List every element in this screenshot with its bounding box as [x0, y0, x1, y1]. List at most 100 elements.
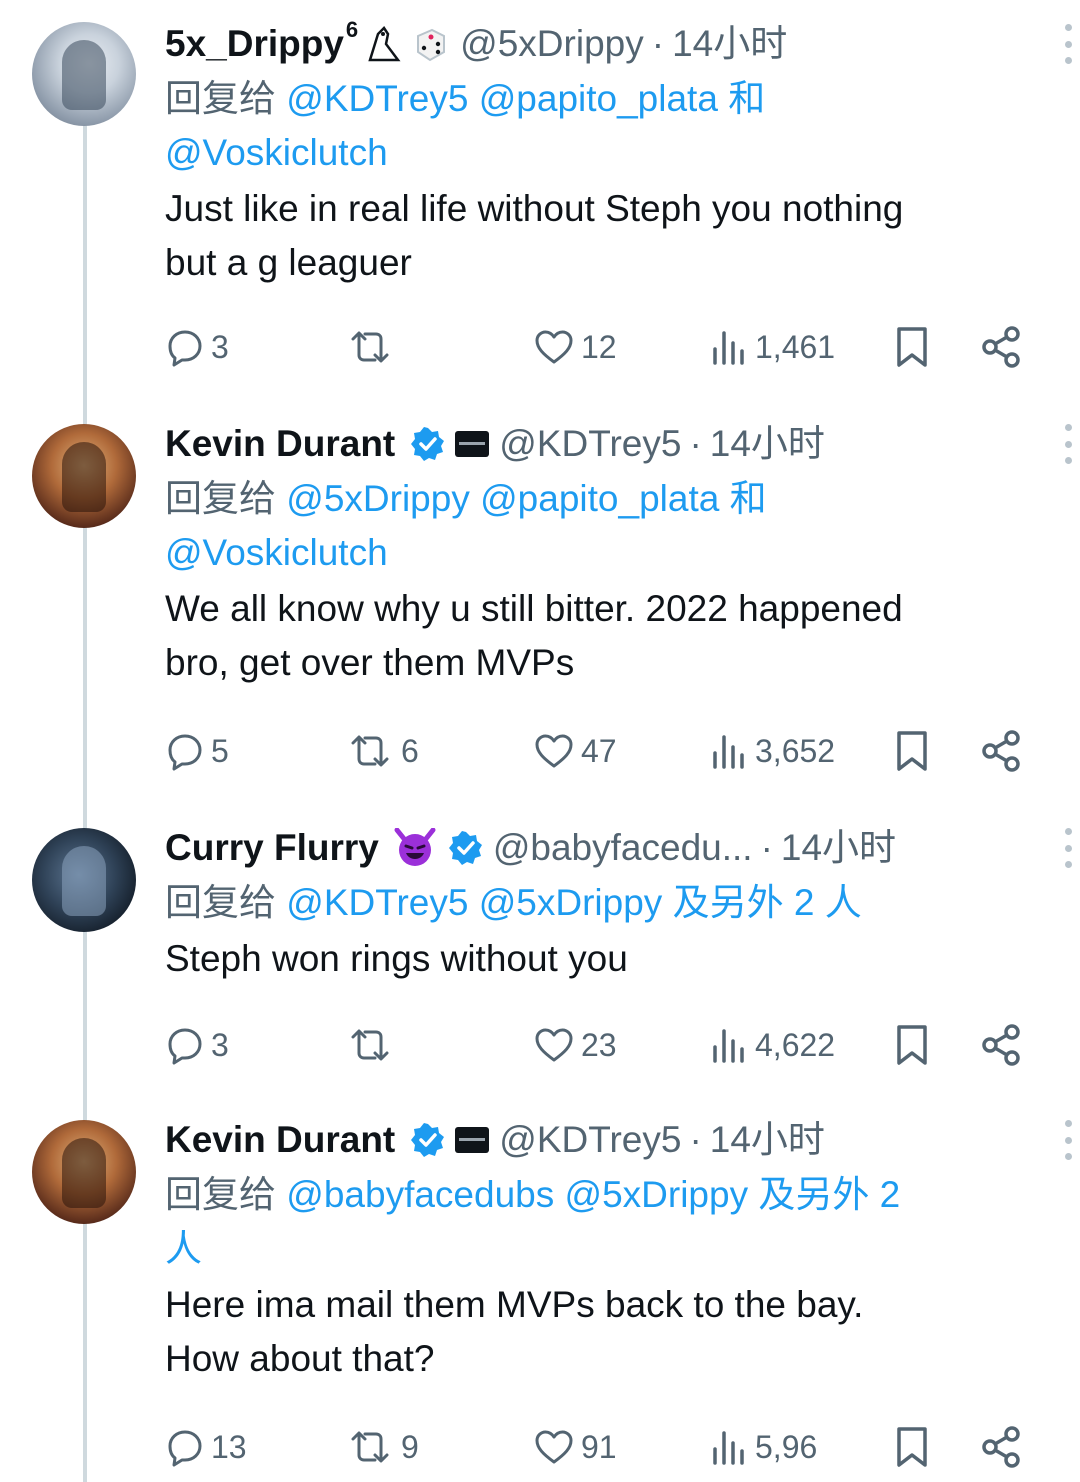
handle[interactable]: @KDTrey5: [499, 416, 681, 472]
reply-context: 回复给 @babyfacedubs @5xDrippy 及另外 2 人: [165, 1168, 1045, 1276]
heart-icon: [535, 1430, 573, 1464]
avatar[interactable]: [32, 1120, 136, 1224]
like-button[interactable]: 23: [533, 1020, 617, 1070]
reply-button[interactable]: 3: [165, 1020, 229, 1070]
share-icon: [982, 326, 1020, 368]
share-button[interactable]: [979, 322, 1023, 372]
avatar[interactable]: [32, 828, 136, 932]
more-options-icon[interactable]: [1063, 424, 1073, 464]
retweet-icon: [351, 1431, 389, 1463]
reply-context: 回复给 @KDTrey5 @papito_plata 和 @Voskiclutc…: [165, 72, 1045, 180]
retweet-button[interactable]: [345, 1020, 401, 1070]
display-name[interactable]: Curry Flurry: [165, 820, 379, 876]
reply-count: 5: [211, 732, 229, 769]
reply-prefix: 回复给: [165, 78, 276, 119]
reply-count: 3: [211, 1026, 229, 1063]
retweet-count: 9: [401, 1428, 419, 1465]
mention-link[interactable]: @papito_plata: [479, 78, 718, 119]
tweet-text-line: but a g leaguer: [165, 242, 412, 283]
reply-others-link[interactable]: 及另外 2 人: [673, 882, 862, 923]
timestamp[interactable]: 14小时: [672, 16, 787, 72]
reply-icon: [168, 330, 202, 367]
share-icon: [982, 1024, 1020, 1066]
share-icon: [982, 1426, 1020, 1468]
avatar[interactable]: [32, 22, 136, 126]
bookmark-icon: [897, 731, 927, 771]
display-name[interactable]: Kevin Durant: [165, 1112, 395, 1168]
avatar[interactable]: [32, 424, 136, 528]
tweet-text: Here ima mail them MVPs back to the bay.…: [165, 1278, 1045, 1386]
mention-link[interactable]: @Voskiclutch: [165, 132, 388, 173]
reply-icon: [168, 1430, 202, 1467]
views-button[interactable]: 5,96: [711, 1422, 817, 1472]
handle[interactable]: @5xDrippy: [460, 16, 644, 72]
more-options-icon[interactable]: [1063, 1120, 1073, 1160]
handle[interactable]: @babyfacedu...: [493, 820, 753, 876]
retweet-button[interactable]: 9: [345, 1422, 419, 1472]
share-button[interactable]: [979, 1422, 1023, 1472]
tweet-text-line: How about that?: [165, 1338, 435, 1379]
more-options-icon[interactable]: [1063, 828, 1073, 868]
bookmark-button[interactable]: [893, 322, 931, 372]
display-name[interactable]: 5x_Drippy: [165, 16, 344, 72]
mention-link[interactable]: @5xDrippy: [565, 1174, 749, 1215]
reply-button[interactable]: 3: [165, 322, 229, 372]
mention-link[interactable]: @KDTrey5: [286, 78, 468, 119]
view-count: 5,96: [755, 1428, 818, 1465]
mention-link[interactable]: @papito_plata: [480, 478, 719, 519]
action-bar: 13 9 91 5,96: [165, 1422, 1045, 1472]
avatar-figure: [62, 1138, 106, 1208]
retweet-icon: [351, 331, 389, 363]
mention-link[interactable]: @babyfacedubs: [286, 1174, 554, 1215]
retweet-button[interactable]: 6: [345, 726, 419, 776]
timestamp[interactable]: 14小时: [781, 820, 896, 876]
reply-button[interactable]: 5: [165, 726, 229, 776]
heart-icon: [535, 734, 573, 768]
like-button[interactable]: 91: [533, 1422, 617, 1472]
reply-others-link[interactable]: 人: [165, 1228, 202, 1269]
reply-others-link[interactable]: 及另外 2: [758, 1174, 900, 1215]
like-button[interactable]: 12: [533, 322, 617, 372]
mention-link[interactable]: @5xDrippy: [286, 478, 470, 519]
mention-link[interactable]: @5xDrippy: [479, 882, 663, 923]
reply-prefix: 回复给: [165, 1174, 276, 1215]
tweet-text: We all know why u still bitter. 2022 hap…: [165, 582, 1045, 690]
mention-link[interactable]: @KDTrey5: [286, 882, 468, 923]
affiliation-badge-icon[interactable]: [455, 431, 490, 457]
like-button[interactable]: 47: [533, 726, 617, 776]
tweet-text: Just like in real life without Steph you…: [165, 182, 1045, 290]
bookmark-button[interactable]: [893, 1422, 931, 1472]
share-button[interactable]: [979, 726, 1023, 776]
views-icon: [713, 1029, 744, 1063]
heart-icon: [535, 330, 573, 364]
views-button[interactable]: 1,461: [711, 322, 835, 372]
separator: ·: [689, 1119, 702, 1160]
reply-count: 3: [211, 328, 229, 365]
share-button[interactable]: [979, 1020, 1023, 1070]
mention-link[interactable]: @Voskiclutch: [165, 532, 388, 573]
verified-badge-icon: [448, 831, 482, 865]
handle[interactable]: @KDTrey5: [499, 1112, 681, 1168]
retweet-button[interactable]: [345, 322, 401, 372]
share-icon: [982, 730, 1020, 772]
separator: ·: [651, 23, 665, 64]
tweet-text-line: Just like in real life without Steph you…: [165, 188, 904, 229]
like-count: 12: [581, 328, 617, 365]
timestamp[interactable]: 14小时: [710, 416, 825, 472]
bookmark-button[interactable]: [893, 726, 931, 776]
more-options-icon[interactable]: [1063, 24, 1073, 64]
affiliation-badge-icon[interactable]: [455, 1127, 490, 1153]
separator: ·: [760, 827, 773, 868]
avatar-figure: [62, 846, 106, 916]
tweet-text-line: We all know why u still bitter. 2022 hap…: [165, 588, 903, 629]
view-count: 3,652: [755, 732, 836, 769]
timestamp[interactable]: 14小时: [710, 1112, 825, 1168]
bookmark-icon: [897, 1427, 927, 1467]
reply-button[interactable]: 13: [165, 1422, 247, 1472]
views-button[interactable]: 4,622: [711, 1020, 835, 1070]
bookmark-button[interactable]: [893, 1020, 931, 1070]
reply-and: 和: [729, 478, 767, 519]
display-name[interactable]: Kevin Durant: [165, 416, 395, 472]
tweet-header: Curry Flurry @babyfacedu... · 14小时: [165, 820, 1072, 876]
views-button[interactable]: 3,652: [711, 726, 835, 776]
